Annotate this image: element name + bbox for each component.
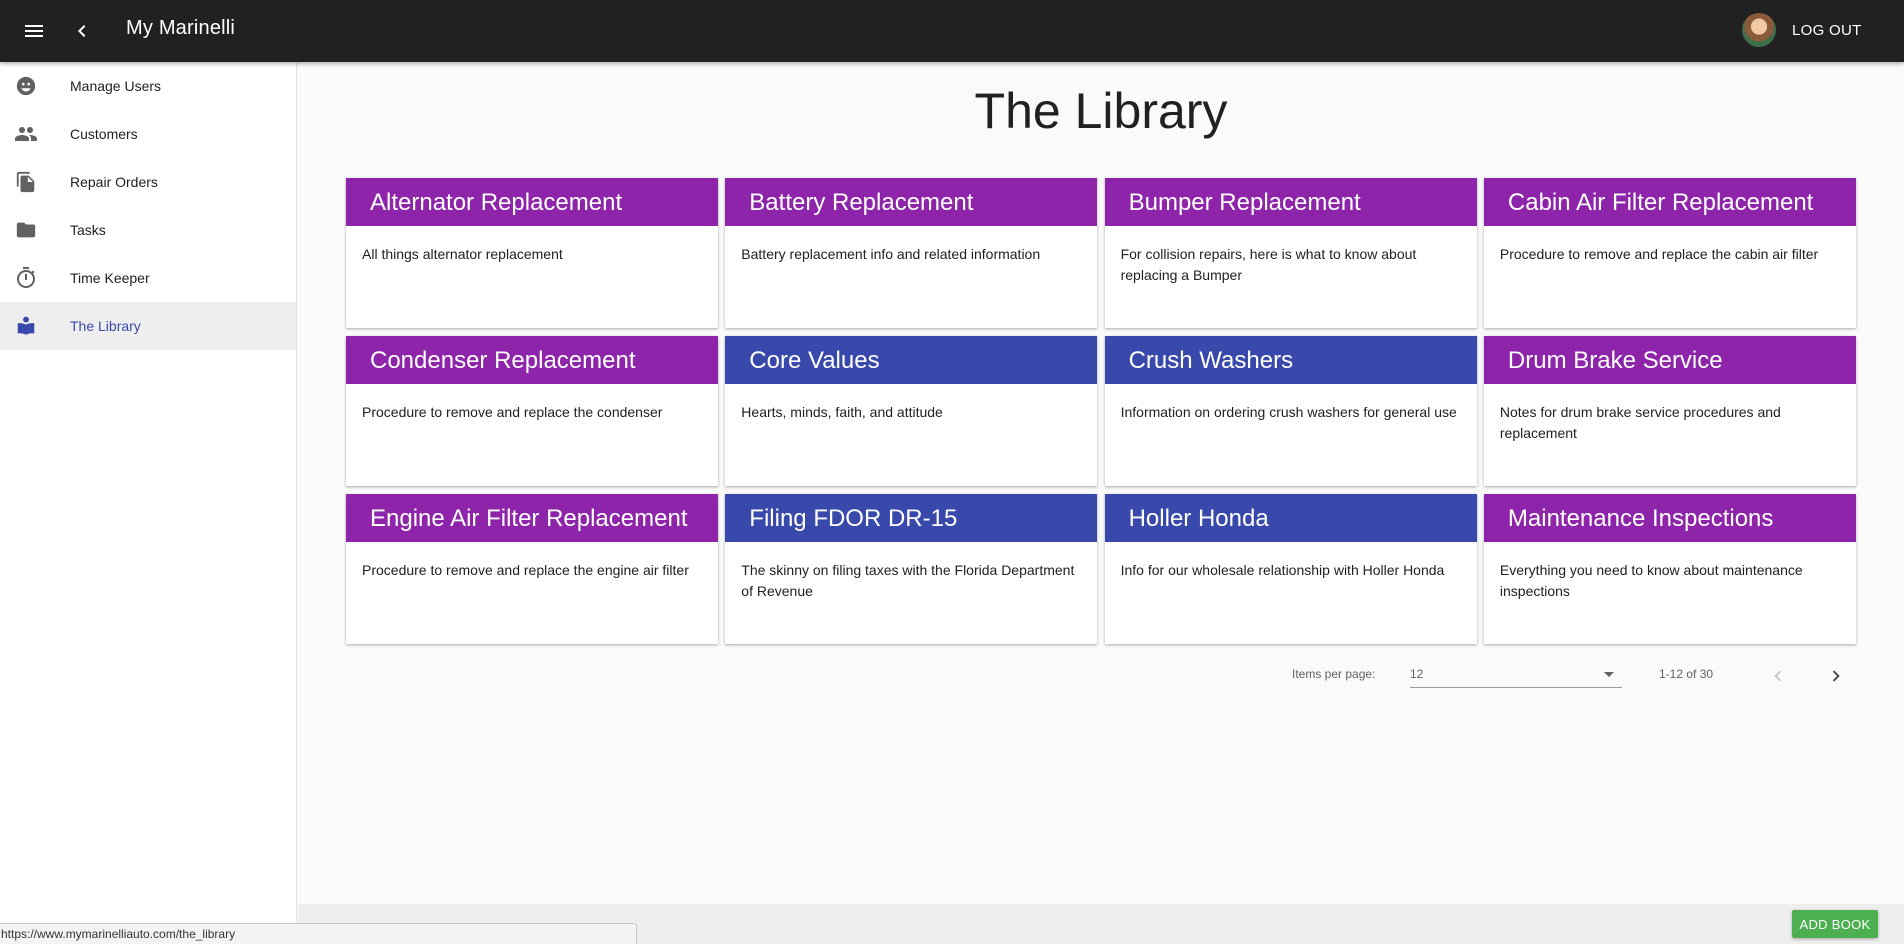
- card-description: The skinny on filing taxes with the Flor…: [741, 562, 1075, 599]
- book-card[interactable]: Cabin Air Filter Replacement Procedure t…: [1483, 178, 1856, 328]
- card-title: Holler Honda: [1104, 494, 1477, 542]
- card-title: Battery Replacement: [725, 178, 1098, 226]
- card-title: Condenser Replacement: [346, 336, 718, 384]
- book-reader-icon: [14, 314, 38, 338]
- card-title: Cabin Air Filter Replacement: [1483, 178, 1856, 226]
- card-title: Filing FDOR DR-15: [725, 494, 1098, 542]
- sidebar-item-the-library[interactable]: The Library: [0, 302, 296, 350]
- sidebar-item-time-keeper[interactable]: Time Keeper: [0, 254, 296, 302]
- previous-page-button[interactable]: [1758, 656, 1798, 696]
- book-card[interactable]: Bumper Replacement For collision repairs…: [1104, 178, 1477, 328]
- card-title: Crush Washers: [1104, 336, 1477, 384]
- card-description: Notes for drum brake service procedures …: [1499, 404, 1781, 441]
- menu-button[interactable]: [14, 11, 54, 51]
- card-description: For collision repairs, here is what to k…: [1120, 246, 1417, 283]
- chevron-left-icon: [1774, 670, 1782, 682]
- app-title: My Marinelli: [126, 17, 236, 39]
- book-card[interactable]: Drum Brake Service Notes for drum brake …: [1483, 336, 1856, 486]
- card-title: Drum Brake Service: [1483, 336, 1856, 384]
- book-card[interactable]: Core Values Hearts, minds, faith, and at…: [725, 336, 1098, 486]
- items-per-page-value: 12: [1410, 667, 1424, 681]
- sidebar-item-label: Tasks: [70, 222, 106, 238]
- paginator: Items per page: 12 1-12 of 30: [298, 654, 1904, 694]
- card-title: Maintenance Inspections: [1483, 494, 1856, 542]
- card-description: Hearts, minds, faith, and attitude: [741, 404, 943, 420]
- top-app-bar: My Marinelli LOG OUT: [0, 0, 1904, 62]
- card-description: Battery replacement info and related inf…: [741, 246, 1041, 262]
- card-description: Procedure to remove and replace the cabi…: [1499, 246, 1819, 262]
- label-icon: [14, 218, 38, 242]
- card-title: Core Values: [725, 336, 1098, 384]
- file-copy-icon: [14, 170, 38, 194]
- sidebar-item-customers[interactable]: Customers: [0, 110, 296, 158]
- page-range-label: 1-12 of 30: [1659, 667, 1714, 681]
- people-icon: [14, 122, 38, 146]
- book-card[interactable]: Condenser Replacement Procedure to remov…: [346, 336, 718, 486]
- book-card[interactable]: Maintenance Inspections Everything you n…: [1483, 494, 1856, 644]
- sidebar: Manage Users Customers Repair Orders Tas…: [0, 62, 297, 944]
- book-card[interactable]: Holler Honda Info for our wholesale rela…: [1104, 494, 1477, 644]
- next-page-button[interactable]: [1816, 656, 1856, 696]
- card-title: Alternator Replacement: [346, 178, 718, 226]
- card-description: Procedure to remove and replace the engi…: [362, 562, 689, 578]
- timer-icon: [14, 266, 38, 290]
- sidebar-item-repair-orders[interactable]: Repair Orders: [0, 158, 296, 206]
- user-avatar[interactable]: [1742, 13, 1776, 47]
- back-button[interactable]: [62, 11, 102, 51]
- sidebar-item-label: Customers: [70, 126, 138, 142]
- card-description: Information on ordering crush washers fo…: [1120, 404, 1457, 420]
- main-content: The Library Alternator Replacement All t…: [298, 62, 1904, 944]
- face-icon: [14, 74, 38, 98]
- chevron-left-icon: [78, 25, 86, 37]
- logout-button[interactable]: LOG OUT: [1788, 20, 1866, 41]
- chevron-right-icon: [1832, 670, 1840, 682]
- browser-status-url: https://www.mymarinelliauto.com/the_libr…: [0, 923, 637, 944]
- items-per-page-select[interactable]: 12: [1410, 660, 1622, 688]
- card-description: Everything you need to know about mainte…: [1499, 562, 1803, 599]
- sidebar-item-label: Time Keeper: [70, 270, 150, 286]
- book-card[interactable]: Engine Air Filter Replacement Procedure …: [346, 494, 718, 644]
- book-card[interactable]: Filing FDOR DR-15 The skinny on filing t…: [725, 494, 1098, 644]
- items-per-page-label: Items per page:: [1292, 667, 1376, 681]
- card-title: Engine Air Filter Replacement: [346, 494, 718, 542]
- book-card[interactable]: Alternator Replacement All things altern…: [346, 178, 718, 328]
- card-description: Info for our wholesale relationship with…: [1120, 562, 1445, 578]
- book-card[interactable]: Battery Replacement Battery replacement …: [725, 178, 1098, 328]
- add-book-button[interactable]: ADD BOOK: [1792, 910, 1878, 938]
- card-description: Procedure to remove and replace the cond…: [362, 404, 663, 420]
- sidebar-item-manage-users[interactable]: Manage Users: [0, 62, 296, 110]
- sidebar-item-tasks[interactable]: Tasks: [0, 206, 296, 254]
- page-title: The Library: [974, 83, 1228, 139]
- sidebar-item-label: Repair Orders: [70, 174, 158, 190]
- library-grid: Alternator Replacement All things altern…: [346, 178, 1856, 644]
- sidebar-item-label: The Library: [70, 318, 141, 334]
- card-description: All things alternator replacement: [362, 246, 563, 262]
- menu-icon: [25, 25, 43, 37]
- dropdown-arrow-icon: [1604, 672, 1614, 677]
- card-title: Bumper Replacement: [1104, 178, 1477, 226]
- sidebar-item-label: Manage Users: [70, 78, 162, 94]
- book-card[interactable]: Crush Washers Information on ordering cr…: [1104, 336, 1477, 486]
